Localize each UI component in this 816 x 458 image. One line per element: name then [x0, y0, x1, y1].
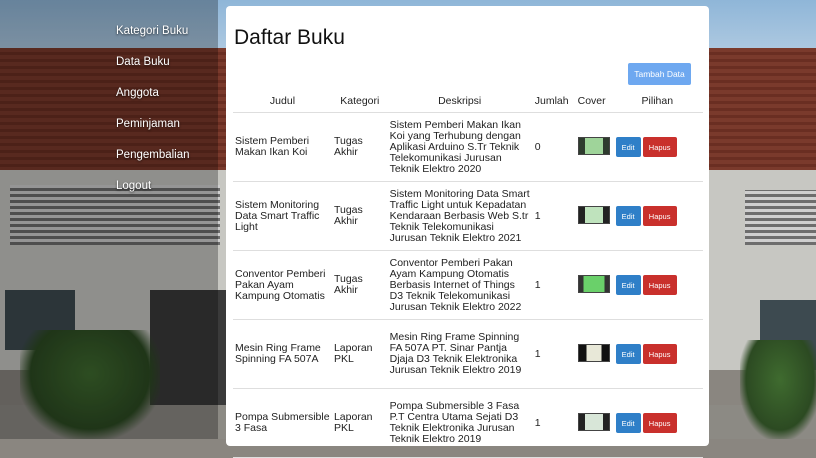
cell-kategori: Tugas Akhir	[331, 112, 388, 182]
table-row: Mesin Ring Frame Spinning FA 507A Lapora…	[233, 319, 703, 389]
cell-pilihan: Edit Hapus	[611, 388, 703, 458]
edit-button[interactable]: Edit	[615, 413, 641, 433]
cell-kategori: Tugas Akhir	[331, 181, 388, 251]
cell-deskripsi: Mesin Ring Frame Spinning FA 507A PT. Si…	[387, 319, 532, 389]
column-header-judul: Judul	[233, 90, 332, 113]
book-cover-image	[577, 205, 610, 224]
sidebar-menu: Kategori Buku Data Buku Anggota Peminjam…	[116, 24, 190, 210]
column-header-jumlah: Jumlah	[531, 90, 572, 113]
cell-judul: Sistem Monitoring Data Smart Traffic Lig…	[233, 181, 332, 251]
column-header-kategori: Kategori	[331, 90, 388, 113]
cell-judul: Sistem Pemberi Makan Ikan Koi	[233, 112, 332, 182]
edit-button[interactable]: Edit	[615, 275, 641, 295]
cell-cover	[571, 112, 612, 182]
cell-kategori: Tugas Akhir	[331, 250, 388, 320]
cell-kategori: Laporan PKL	[331, 388, 388, 458]
cell-deskripsi: Pompa Submersible 3 Fasa P.T Centra Utam…	[387, 388, 532, 458]
book-cover-image	[577, 136, 610, 155]
add-data-button[interactable]: Tambah Data	[628, 63, 691, 85]
cell-jumlah: 1	[531, 319, 572, 389]
sidebar-item-kategori-buku[interactable]: Kategori Buku	[116, 24, 190, 55]
cell-cover	[571, 319, 612, 389]
cell-cover	[571, 250, 612, 320]
cell-jumlah: 1	[531, 250, 572, 320]
cell-judul: Mesin Ring Frame Spinning FA 507A	[233, 319, 332, 389]
main-panel: Daftar Buku Tambah Data Judul Kategori D…	[226, 6, 709, 458]
edit-button[interactable]: Edit	[615, 344, 641, 364]
cell-cover	[571, 388, 612, 458]
table-row: Conventor Pemberi Pakan Ayam Kampung Oto…	[233, 250, 703, 320]
cell-deskripsi: Sistem Pemberi Makan Ikan Koi yang Terhu…	[387, 112, 532, 182]
delete-button[interactable]: Hapus	[642, 137, 677, 157]
sidebar-item-peminjaman[interactable]: Peminjaman	[116, 117, 190, 148]
column-header-deskripsi: Deskripsi	[387, 90, 532, 113]
table-row: Sistem Pemberi Makan Ikan Koi Tugas Akhi…	[233, 112, 703, 182]
sidebar-item-anggota[interactable]: Anggota	[116, 86, 190, 117]
delete-button[interactable]: Hapus	[642, 275, 677, 295]
cell-judul: Pompa Submersible 3 Fasa	[233, 388, 332, 458]
delete-button[interactable]: Hapus	[642, 413, 677, 433]
delete-button[interactable]: Hapus	[642, 206, 677, 226]
table-header-row: Judul Kategori Deskripsi Jumlah Cover Pi…	[233, 90, 703, 113]
book-cover-image	[577, 412, 610, 431]
cell-pilihan: Edit Hapus	[611, 319, 703, 389]
cell-deskripsi: Sistem Monitoring Data Smart Traffic Lig…	[387, 181, 532, 251]
page-title: Daftar Buku	[234, 26, 345, 49]
book-cover-image	[577, 274, 610, 293]
edit-button[interactable]: Edit	[615, 137, 641, 157]
cell-judul: Conventor Pemberi Pakan Ayam Kampung Oto…	[233, 250, 332, 320]
cell-pilihan: Edit Hapus	[611, 250, 703, 320]
edit-button[interactable]: Edit	[615, 206, 641, 226]
cell-kategori: Laporan PKL	[331, 319, 388, 389]
sidebar-item-logout[interactable]: Logout	[116, 179, 190, 210]
cell-jumlah: 1	[531, 388, 572, 458]
sidebar-item-pengembalian[interactable]: Pengembalian	[116, 148, 190, 179]
sidebar: Kategori Buku Data Buku Anggota Peminjam…	[0, 0, 218, 439]
cell-jumlah: 1	[531, 181, 572, 251]
cell-pilihan: Edit Hapus	[611, 112, 703, 182]
column-header-cover: Cover	[571, 90, 612, 113]
table-row: Pompa Submersible 3 Fasa Laporan PKL Pom…	[233, 388, 703, 458]
cell-pilihan: Edit Hapus	[611, 181, 703, 251]
sidebar-item-data-buku[interactable]: Data Buku	[116, 55, 190, 86]
column-header-pilihan: Pilihan	[611, 90, 703, 113]
book-cover-image	[577, 343, 610, 362]
books-table: Judul Kategori Deskripsi Jumlah Cover Pi…	[233, 90, 703, 458]
table-row: Sistem Monitoring Data Smart Traffic Lig…	[233, 181, 703, 251]
cell-cover	[571, 181, 612, 251]
cell-jumlah: 0	[531, 112, 572, 182]
cell-deskripsi: Conventor Pemberi Pakan Ayam Kampung Oto…	[387, 250, 532, 320]
delete-button[interactable]: Hapus	[642, 344, 677, 364]
